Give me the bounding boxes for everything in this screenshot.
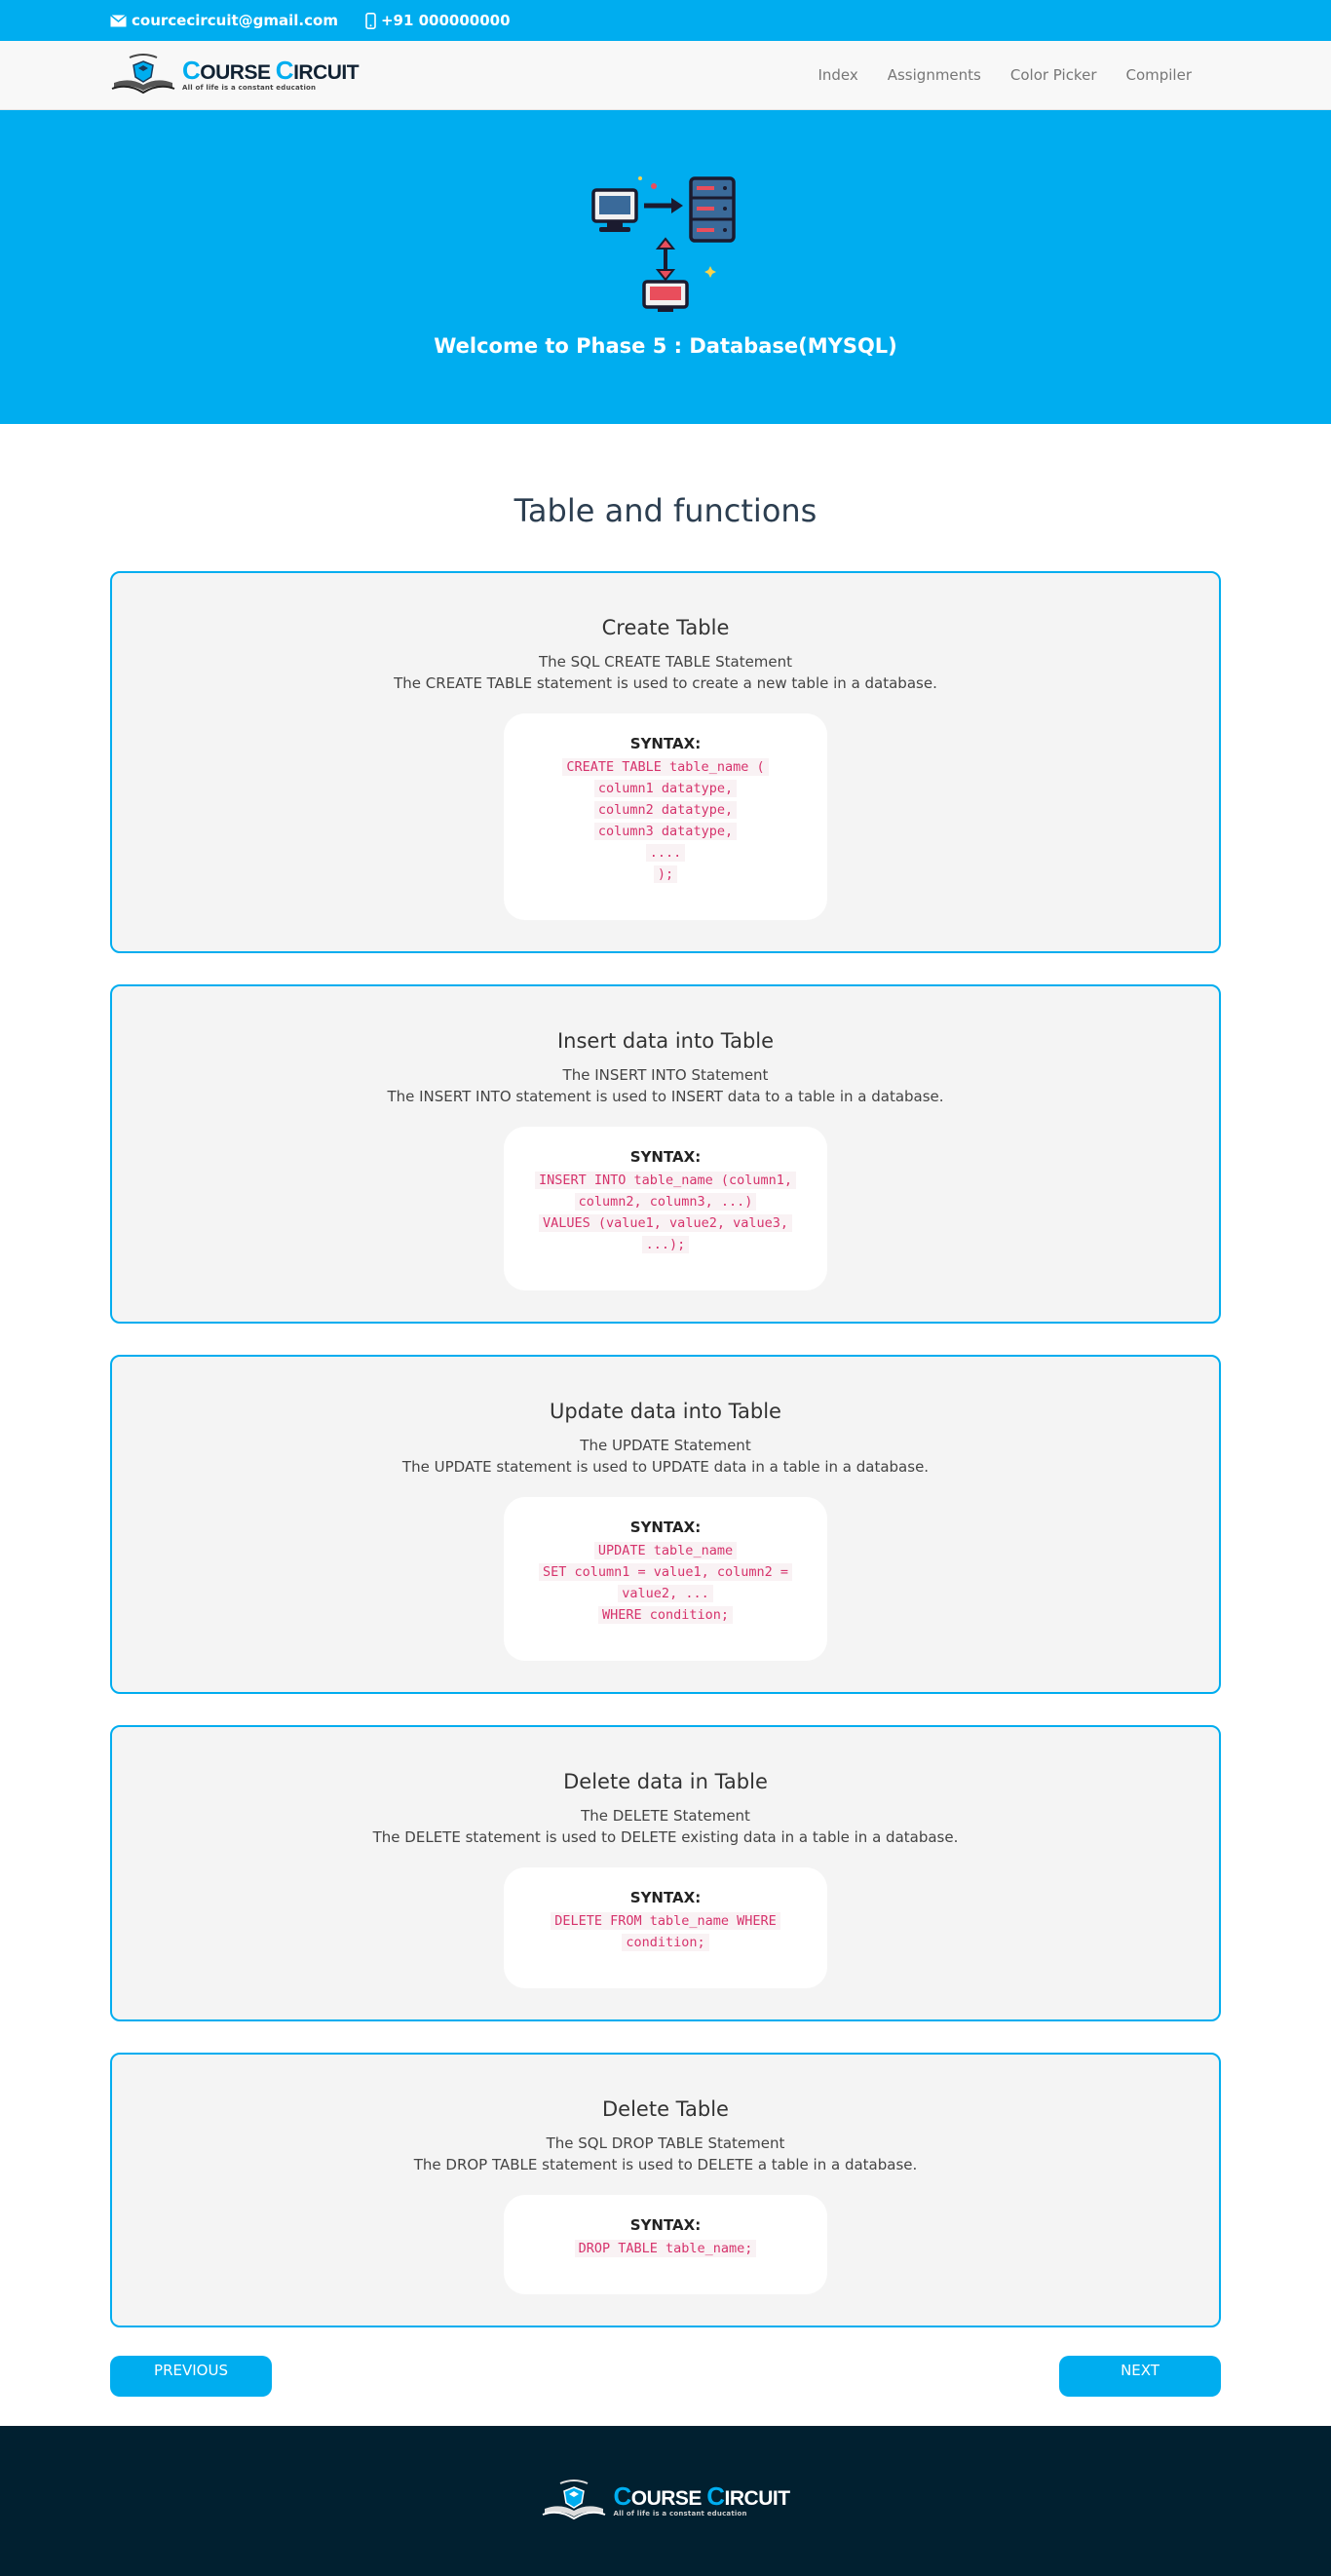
card-subtitle: The DELETE Statement xyxy=(581,1807,750,1825)
envelope-icon xyxy=(110,14,127,26)
nav-link-assignments[interactable]: Assignments xyxy=(888,66,981,84)
syntax-box: SYNTAX: INSERT INTO table_name (column1,… xyxy=(504,1127,827,1290)
previous-button[interactable]: PREVIOUS xyxy=(110,2356,272,2397)
card-subtitle: The UPDATE Statement xyxy=(580,1437,751,1454)
code-line: INSERT INTO table_name (column1, xyxy=(523,1170,808,1191)
card-title: Create Table xyxy=(601,616,730,639)
code-line: column2 datatype, xyxy=(523,799,808,821)
nav-link-compiler[interactable]: Compiler xyxy=(1125,66,1192,84)
nav-link-index[interactable]: Index xyxy=(818,66,857,84)
contact-bar: courcecircuit@gmail.com +91 000000000 xyxy=(0,0,1331,41)
site-logo[interactable]: COURSE CIRCUIT All of life is a constant… xyxy=(110,54,360,96)
code-line: ); xyxy=(523,864,808,885)
code-line: SET column1 = value1, column2 = xyxy=(523,1561,808,1583)
main-content: Table and functions Create Table The SQL… xyxy=(110,424,1221,2397)
syntax-box: SYNTAX: CREATE TABLE table_name ( column… xyxy=(504,713,827,920)
contact-phone[interactable]: +91 000000000 xyxy=(365,12,511,29)
logo-wordmark: COURSE CIRCUIT xyxy=(182,55,360,85)
syntax-box: SYNTAX: DELETE FROM table_name WHERE con… xyxy=(504,1867,827,1988)
card-create-table: Create Table The SQL CREATE TABLE Statem… xyxy=(110,571,1221,953)
card-description: The INSERT INTO statement is used to INS… xyxy=(387,1088,944,1105)
site-footer: COURSE CIRCUIT All of life is a constant… xyxy=(0,2426,1331,2576)
code-line: column2, column3, ...) xyxy=(523,1191,808,1212)
syntax-label: SYNTAX: xyxy=(629,1889,702,1906)
card-subtitle: The INSERT INTO Statement xyxy=(562,1066,769,1084)
main-navbar: COURSE CIRCUIT All of life is a constant… xyxy=(0,41,1331,110)
code-line: .... xyxy=(523,842,808,864)
pagination: PREVIOUS NEXT xyxy=(110,2356,1221,2397)
code-line: ...); xyxy=(523,1234,808,1255)
nav-link-color-picker[interactable]: Color Picker xyxy=(1010,66,1097,84)
code-line: column1 datatype, xyxy=(523,778,808,799)
code-line: DELETE FROM table_name WHERE xyxy=(523,1910,808,1932)
card-subtitle: The SQL CREATE TABLE Statement xyxy=(538,653,793,671)
card-delete-data: Delete data in Table The DELETE Statemen… xyxy=(110,1725,1221,2021)
syntax-box: SYNTAX: DROP TABLE table_name; xyxy=(504,2195,827,2294)
logo-wordmark: COURSE CIRCUIT xyxy=(613,2480,790,2511)
syntax-box: SYNTAX: UPDATE table_name SET column1 = … xyxy=(504,1497,827,1661)
code-line: UPDATE table_name xyxy=(523,1540,808,1561)
card-insert-data: Insert data into Table The INSERT INTO S… xyxy=(110,984,1221,1324)
code-line: CREATE TABLE table_name ( xyxy=(523,756,808,778)
footer-logo[interactable]: COURSE CIRCUIT All of life is a constant… xyxy=(541,2480,790,2522)
mobile-phone-icon xyxy=(365,12,376,29)
syntax-label: SYNTAX: xyxy=(629,1148,702,1166)
code-line: column3 datatype, xyxy=(523,821,808,842)
hero-title: Welcome to Phase 5 : Database(MYSQL) xyxy=(434,334,897,358)
card-title: Delete Table xyxy=(602,2097,729,2121)
hero-banner: Welcome to Phase 5 : Database(MYSQL) xyxy=(0,110,1331,424)
contact-email-text: courcecircuit@gmail.com xyxy=(132,12,338,29)
syntax-label: SYNTAX: xyxy=(629,2216,702,2234)
card-update-data: Update data into Table The UPDATE Statem… xyxy=(110,1355,1221,1694)
contact-phone-text: +91 000000000 xyxy=(380,12,511,29)
card-title: Delete data in Table xyxy=(563,1770,768,1793)
logo-tagline: All of life is a constant education xyxy=(182,83,317,92)
card-description: The DROP TABLE statement is used to DELE… xyxy=(413,2156,918,2173)
nav-menu: Index Assignments Color Picker Compiler xyxy=(818,66,1192,84)
book-shield-logo-icon xyxy=(111,54,175,95)
database-network-icon xyxy=(591,176,736,312)
card-title: Update data into Table xyxy=(550,1400,781,1423)
syntax-label: SYNTAX: xyxy=(629,735,702,752)
code-line: VALUES (value1, value2, value3, xyxy=(523,1212,808,1234)
card-delete-table: Delete Table The SQL DROP TABLE Statemen… xyxy=(110,2053,1221,2327)
code-line: condition; xyxy=(523,1932,808,1953)
card-subtitle: The SQL DROP TABLE Statement xyxy=(546,2134,785,2152)
logo-tagline: All of life is a constant education xyxy=(613,2509,747,2518)
card-description: The CREATE TABLE statement is used to cr… xyxy=(394,674,937,692)
syntax-label: SYNTAX: xyxy=(629,1519,702,1536)
contact-email[interactable]: courcecircuit@gmail.com xyxy=(110,12,338,29)
card-title: Insert data into Table xyxy=(556,1029,775,1053)
book-shield-logo-icon xyxy=(543,2480,606,2520)
page-title: Table and functions xyxy=(513,492,818,529)
code-line: value2, ... xyxy=(523,1583,808,1604)
card-description: The UPDATE statement is used to UPDATE d… xyxy=(401,1458,930,1476)
code-line: WHERE condition; xyxy=(523,1604,808,1626)
code-line: DROP TABLE table_name; xyxy=(523,2238,808,2259)
next-button[interactable]: NEXT xyxy=(1059,2356,1221,2397)
card-description: The DELETE statement is used to DELETE e… xyxy=(372,1828,959,1846)
